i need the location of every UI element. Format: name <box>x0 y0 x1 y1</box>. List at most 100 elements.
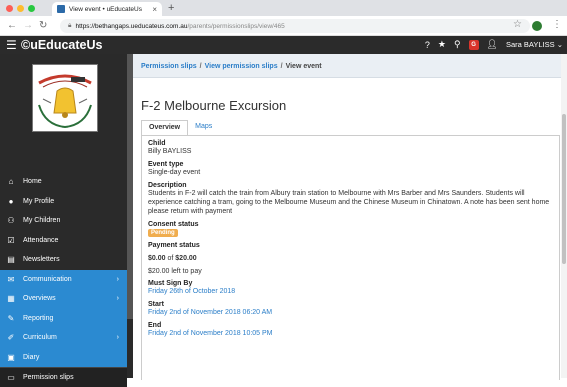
chevron-right-icon: › <box>116 295 119 303</box>
child-label: Child <box>148 140 166 147</box>
browser-tab[interactable]: View event • uEducateUs × <box>52 2 162 16</box>
browser-toolbar: ← → ↻ 🔒︎ https://bethangaps.ueducateus.c… <box>0 16 567 36</box>
user-icon: 👤︎ <box>486 39 498 49</box>
children-icon: ⚇ <box>7 216 15 226</box>
start-label: Start <box>148 301 164 308</box>
edit-icon: ✐ <box>7 333 15 343</box>
maximize-window-button[interactable] <box>28 5 35 12</box>
sidebar-item-label: My Children <box>23 217 61 225</box>
school-logo <box>32 64 98 132</box>
start-value: Friday 2nd of November 2018 06:20 AM <box>148 309 273 316</box>
favicon-icon <box>57 5 65 13</box>
breadcrumb-separator: / <box>199 63 202 70</box>
sidebar-item-label: Overviews <box>23 295 56 303</box>
brand-logo[interactable]: ©uEducateUs <box>21 38 102 52</box>
table-icon: ▦ <box>7 294 15 304</box>
hamburger-menu-icon[interactable]: ☰ <box>6 38 17 52</box>
url-host: https://bethangaps.ueducateus.com.au <box>75 22 188 30</box>
minimize-window-button[interactable] <box>17 5 24 12</box>
must-sign-by-value: Friday 26th of October 2018 <box>148 288 236 295</box>
sidebar-item-home[interactable]: ⌂ Home <box>0 172 127 192</box>
main-scrollbar-thumb[interactable] <box>562 114 566 264</box>
sidebar-item-permission-slips[interactable]: ▭ Permission slips <box>0 367 127 387</box>
chevron-right-icon: › <box>116 275 119 283</box>
newspaper-icon: ▤ <box>7 255 15 265</box>
browser-tab-bar: View event • uEducateUs × + <box>0 0 567 16</box>
page-title: F-2 Melbourne Excursion <box>141 98 287 113</box>
browser-menu-icon[interactable]: ⋮ <box>552 19 562 30</box>
new-tab-icon[interactable]: + <box>168 2 174 14</box>
breadcrumb-separator: / <box>280 63 283 70</box>
sidebar-item-communication[interactable]: ✉ Communication › <box>0 269 127 289</box>
home-icon: ⌂ <box>8 177 14 187</box>
window-controls <box>6 5 35 12</box>
bookmark-star-icon[interactable]: ☆ <box>513 19 522 30</box>
end-value: Friday 2nd of November 2018 10:05 PM <box>148 330 273 337</box>
breadcrumb-permission-slips[interactable]: Permission slips <box>141 63 197 70</box>
sidebar-item-label: Home <box>23 178 42 186</box>
search-icon[interactable]: ⚲ <box>454 39 461 50</box>
document-icon: ▭ <box>7 372 15 382</box>
main-content: Permission slips / View permission slips / V… <box>133 54 567 380</box>
consent-status-label: Consent status <box>148 221 199 228</box>
amount-paid: $0.00 <box>148 255 166 262</box>
address-bar[interactable]: 🔒︎ https://bethangaps.ueducateus.com.au /… <box>60 19 530 33</box>
browser-profile-icon[interactable] <box>532 21 542 31</box>
sidebar-menu: ⌂ Home ● My Profile ⚇ My Children ☑ Attendan… <box>0 172 127 387</box>
envelope-icon: ✉ <box>7 274 15 284</box>
payment-status-label: Payment status <box>148 242 200 249</box>
calendar-icon: ▣ <box>7 352 15 362</box>
sidebar-item-my-profile[interactable]: ● My Profile <box>0 192 127 212</box>
tab-overview[interactable]: Overview <box>141 120 189 135</box>
reporting-icon: ✎ <box>7 313 15 323</box>
description-label: Description <box>148 182 187 189</box>
sidebar-item-label: Permission slips <box>23 373 74 381</box>
sidebar-item-curriculum[interactable]: ✐ Curriculum › <box>0 328 127 348</box>
main-scrollbar[interactable] <box>561 54 567 378</box>
event-type-value: Single-day event <box>148 169 201 176</box>
child-value: Billy BAYLISS <box>148 148 192 155</box>
sidebar-item-label: Communication <box>23 275 72 283</box>
close-window-button[interactable] <box>6 5 13 12</box>
sidebar-item-label: My Profile <box>23 197 55 205</box>
tab-list: Overview Maps <box>141 120 219 135</box>
back-icon[interactable]: ← <box>7 20 17 31</box>
sidebar-item-newsletters[interactable]: ▤ Newsletters <box>0 250 127 270</box>
favorite-star-icon[interactable]: ★ <box>438 39 446 50</box>
sidebar-item-label: Reporting <box>23 314 54 322</box>
event-details-panel: Child Billy BAYLISS Event type Single-da… <box>141 135 560 380</box>
app-header: ☰ ©uEducateUs ? ★ ⚲ G 👤︎ Sara BAYLISS ⌄ <box>0 36 567 54</box>
reload-icon[interactable]: ↻ <box>39 20 47 31</box>
google-icon[interactable]: G <box>468 39 479 50</box>
amount-of-text: of <box>167 255 174 262</box>
user-icon: ● <box>8 196 14 206</box>
help-icon[interactable]: ? <box>425 40 430 50</box>
user-name: Sara BAYLISS <box>505 40 555 49</box>
sidebar-item-label: Curriculum <box>23 334 57 342</box>
amount-total: $20.00 <box>175 255 197 262</box>
breadcrumb-view-permission-slips[interactable]: View permission slips <box>205 63 278 70</box>
user-menu[interactable]: Sara BAYLISS ⌄ <box>506 40 563 49</box>
breadcrumb-current: View event <box>285 63 322 70</box>
sidebar-item-overviews[interactable]: ▦ Overviews › <box>0 289 127 309</box>
sidebar-item-my-children[interactable]: ⚇ My Children <box>0 211 127 231</box>
lock-icon: 🔒︎ <box>68 22 72 29</box>
chevron-right-icon: › <box>116 334 119 342</box>
description-value: Students in F-2 will catch the train fro… <box>148 190 550 215</box>
consent-status-badge: Pending <box>148 229 178 237</box>
url-path: /parents/permissionslips/view/465 <box>187 22 285 30</box>
sidebar: ⌂ Home ● My Profile ⚇ My Children ☑ Attendan… <box>0 54 133 387</box>
tab-maps[interactable]: Maps <box>188 120 219 135</box>
sidebar-item-label: Newsletters <box>23 256 60 264</box>
amount-left-to-pay: $20.00 left to pay <box>148 268 202 275</box>
sidebar-item-reporting[interactable]: ✎ Reporting <box>0 308 127 328</box>
sidebar-item-diary[interactable]: ▣ Diary <box>0 347 127 367</box>
event-type-label: Event type <box>148 161 184 168</box>
tab-title: View event • uEducateUs <box>69 5 142 13</box>
must-sign-by-label: Must Sign By <box>148 280 193 287</box>
payment-amount: $0.00 of $20.00 <box>148 255 553 262</box>
forward-icon[interactable]: → <box>23 20 33 31</box>
breadcrumb: Permission slips / View permission slips / V… <box>133 54 567 78</box>
tab-close-icon[interactable]: × <box>152 5 157 14</box>
sidebar-item-attendance[interactable]: ☑ Attendance <box>0 231 127 251</box>
